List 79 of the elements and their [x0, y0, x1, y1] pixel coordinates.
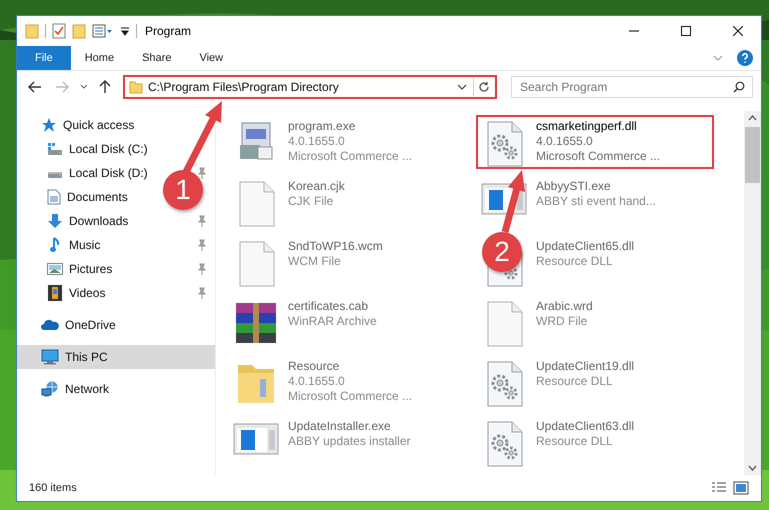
file-name[interactable]: UpdateInstaller.exe [288, 419, 391, 434]
chevron-down-icon[interactable] [80, 84, 88, 90]
dropdown-icon[interactable] [120, 25, 130, 37]
pin-icon[interactable] [197, 287, 207, 299]
help-icon[interactable] [737, 50, 753, 66]
refresh-icon [478, 81, 490, 93]
nav-item[interactable]: Videos [47, 285, 106, 301]
file-detail: Microsoft Commerce ... [288, 389, 412, 404]
large-icons-view-icon[interactable] [733, 481, 749, 495]
cloud-icon [41, 319, 59, 331]
ribbon-tab[interactable]: View [185, 46, 238, 70]
file-detail: Microsoft Commerce ... [288, 149, 412, 164]
nav-item[interactable]: Local Disk (D:) [47, 166, 148, 180]
file-detail: WRD File [536, 314, 588, 329]
star-icon [41, 117, 57, 133]
ribbon-tab[interactable]: Home [70, 46, 128, 70]
file-detail: 4.0.1655.0 [536, 134, 593, 149]
checklist-icon[interactable] [52, 23, 66, 39]
window-title: Program [144, 24, 192, 38]
file-detail: Microsoft Commerce ... [536, 149, 660, 164]
close-icon [733, 26, 743, 36]
nav-item[interactable]: Network [41, 381, 110, 397]
file-detail: Resource DLL [536, 374, 613, 389]
film-icon [47, 285, 63, 301]
file-name[interactable]: UpdateClient63.dll [536, 419, 634, 434]
file-detail: WCM File [288, 254, 341, 269]
file-name[interactable]: program.exe [288, 119, 356, 134]
archive-books-icon [233, 301, 279, 345]
nav-item[interactable]: Music [47, 237, 100, 253]
nav-item[interactable]: Documents [47, 189, 128, 205]
file-name[interactable]: AbbyySTI.exe [536, 179, 611, 194]
nav-item[interactable]: Local Disk (C:) [47, 142, 148, 156]
file-name[interactable]: certificates.cab [288, 299, 368, 314]
file-name[interactable]: SndToWP16.wcm [288, 239, 383, 254]
file-name[interactable]: Resource [288, 359, 340, 374]
file-name[interactable]: Arabic.wrd [536, 299, 593, 314]
file-detail: WinRAR Archive [288, 314, 377, 329]
back-arrow-icon [28, 81, 42, 93]
document-icon [47, 189, 61, 205]
ribbon-tab[interactable]: Share [128, 46, 186, 70]
forward-arrow-icon [55, 81, 70, 93]
up-arrow-icon [99, 80, 112, 94]
pin-icon[interactable] [197, 215, 207, 227]
address-path: C:\Program Files\Program Directory [146, 80, 340, 94]
file-name[interactable]: Korean.cjk [288, 179, 345, 194]
nav-item[interactable]: Quick access [41, 117, 134, 133]
properties-icon[interactable] [92, 24, 114, 38]
scrollbar[interactable] [744, 111, 761, 475]
chevron-down-icon[interactable] [456, 84, 467, 90]
address-field[interactable]: C:\Program Files\Program Directory [122, 75, 497, 99]
file-detail: ABBY updates installer [288, 434, 411, 449]
file-name[interactable]: csmarketingperf.dll [536, 119, 637, 134]
file-detail: CJK File [288, 194, 334, 209]
monitor-icon [41, 349, 59, 365]
file-detail: 4.0.1655.0 [288, 374, 345, 389]
drive-icon [47, 142, 63, 156]
folder-icon [128, 80, 143, 94]
file-name[interactable]: UpdateClient19.dll [536, 359, 634, 374]
scroll-thumb[interactable] [745, 127, 760, 183]
pin-icon[interactable] [197, 239, 207, 251]
nav-item[interactable]: Pictures [47, 262, 112, 276]
nav-item[interactable]: OneDrive [41, 318, 116, 332]
pin-icon[interactable] [197, 167, 207, 179]
pin-icon[interactable] [197, 263, 207, 275]
ribbon-tab[interactable]: File [17, 46, 71, 70]
nav-item[interactable]: Downloads [47, 213, 128, 229]
search-field[interactable]: Search Program [510, 76, 753, 98]
picture-icon [47, 262, 63, 276]
file-name[interactable]: UpdateClient65.dll [536, 239, 634, 254]
network-globe-icon [41, 381, 59, 397]
file-detail: ABBY sti event hand... [536, 194, 656, 209]
file-detail: Resource DLL [536, 254, 613, 269]
maximize-icon [681, 26, 691, 36]
item-count: 160 items [29, 482, 77, 494]
search-icon[interactable] [732, 81, 745, 93]
download-arrow-icon [47, 213, 63, 229]
window-app-icon [233, 421, 279, 457]
file-detail: 4.0.1655.0 [288, 134, 345, 149]
file-detail: Resource DLL [536, 434, 613, 449]
